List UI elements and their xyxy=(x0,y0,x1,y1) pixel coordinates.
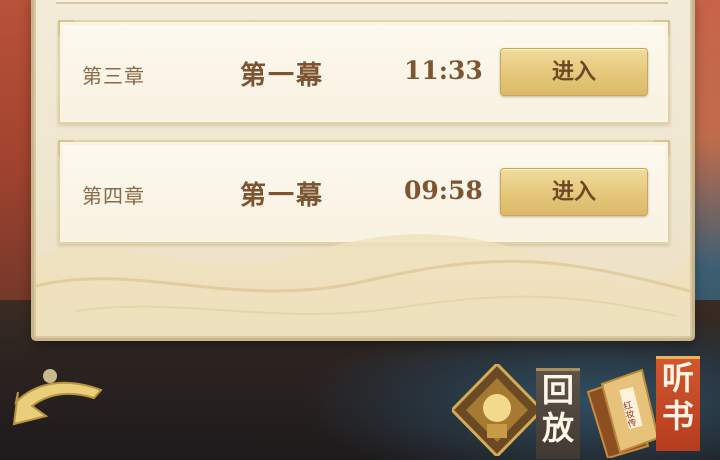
listen-book-button[interactable]: 红妆传 听书 xyxy=(584,356,720,460)
cloud-swirl-decoration xyxy=(36,234,690,336)
chapter-name: 第四章 xyxy=(82,184,145,208)
enter-button[interactable]: 进入 xyxy=(500,168,648,216)
replay-lantern-icon xyxy=(452,364,542,456)
replay-button[interactable]: 回放 xyxy=(452,356,580,460)
act-name: 第一幕 xyxy=(240,181,325,211)
previous-row-edge xyxy=(56,0,668,4)
book-stack-icon: 红妆传 xyxy=(586,368,660,458)
replay-label: 回放 xyxy=(536,368,580,459)
chapter-list-panel: 第三章 第一幕 11:33 进入 第四章 第一幕 09:58 进入 xyxy=(34,0,692,338)
back-arrow-icon[interactable] xyxy=(6,362,116,432)
enter-button[interactable]: 进入 xyxy=(500,48,648,96)
duration: 09:58 xyxy=(404,176,483,205)
act-name: 第一幕 xyxy=(240,61,325,91)
chapter-row: 第三章 第一幕 11:33 进入 xyxy=(58,20,670,124)
listen-label: 听书 xyxy=(656,356,700,451)
duration: 11:33 xyxy=(404,56,483,85)
chapter-name: 第三章 xyxy=(82,64,145,88)
